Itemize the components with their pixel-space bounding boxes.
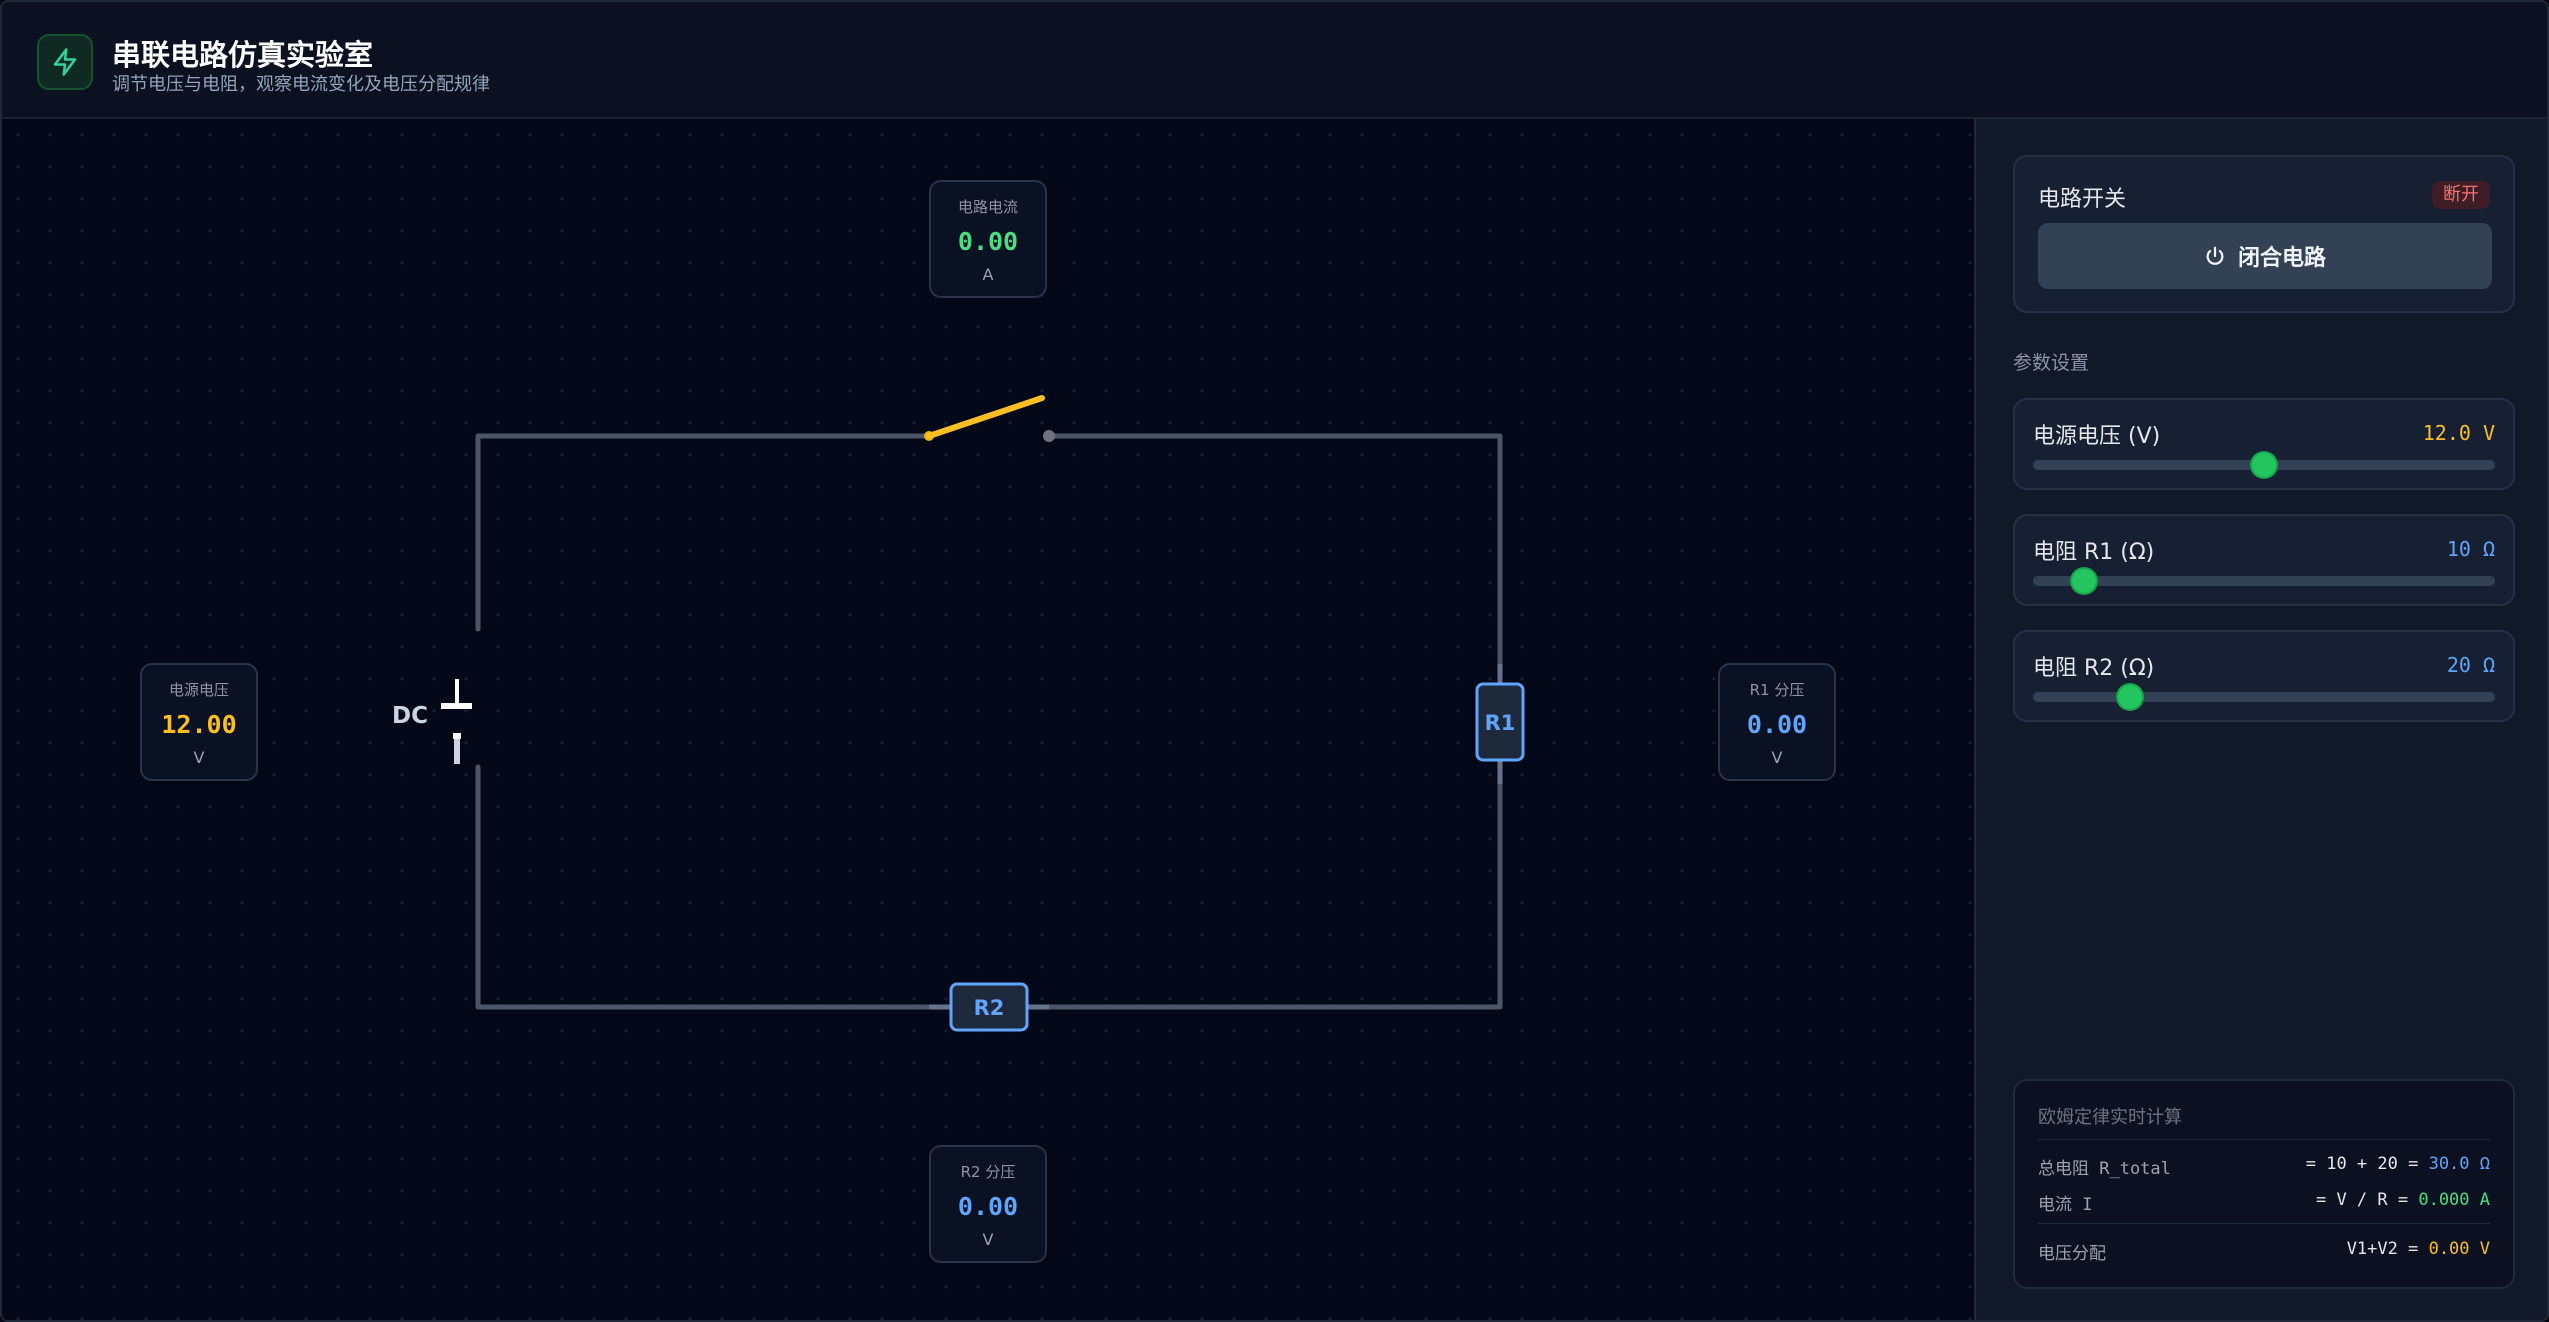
resistor-r1: R1 — [1475, 664, 1525, 784]
r2-param-label: 电阻 R2 (Ω) — [2033, 656, 2155, 681]
current-meter-value: 0.00 — [957, 227, 1019, 256]
voltage-slider[interactable] — [2033, 453, 2495, 477]
circuit-canvas: DC R1 R2 电路电流 0.00 A 电源电压 12.00 V R1 分压 … — [2, 119, 1974, 1320]
voltage-slider-thumb[interactable] — [2252, 453, 2276, 477]
control-sidebar: 电路开关 断开 闭合电路 参数设置 电源电压 (V) 12.0 V 电阻 R1 … — [1974, 119, 2547, 1320]
page-subtitle: 调节电压与电阻，观察电流变化及电压分配规律 — [112, 74, 490, 95]
calc-row-label: 电流 I — [2038, 1195, 2093, 1215]
r2-param-card: 电阻 R2 (Ω) 20 Ω — [2013, 630, 2515, 722]
calc-row-label: 电压分配 — [2038, 1244, 2106, 1264]
switch-contact — [1043, 430, 1055, 442]
r2-voltage-meter-unit: V — [982, 1230, 994, 1249]
switch[interactable] — [924, 395, 1055, 442]
calc-row-result: 0.000 A — [2418, 1190, 2490, 1210]
wire-bottom-left — [475, 764, 958, 1010]
r2-slider-thumb[interactable] — [2118, 685, 2143, 709]
lightning-bolt-icon — [37, 34, 93, 90]
source-voltage-meter: 电源电压 12.00 V — [140, 663, 258, 781]
calc-row-expr: V1+V2 = — [2346, 1239, 2429, 1259]
r2-param-value: 20 Ω — [2446, 653, 2495, 677]
header: 串联电路仿真实验室 调节电压与电阻，观察电流变化及电压分配规律 — [2, 2, 2547, 119]
calc-divider — [2038, 1223, 2490, 1224]
calc-row-result: 0.00 V — [2428, 1239, 2490, 1259]
calc-row-expr: = 10 + 20 = — [2305, 1154, 2429, 1174]
calc-divider — [2038, 1139, 2490, 1140]
calc-row-expr: = V / R = — [2315, 1190, 2419, 1210]
resistor-r1-label: R1 — [1485, 711, 1516, 735]
app-window: 串联电路仿真实验室 调节电压与电阻，观察电流变化及电压分配规律 DC R1 R2… — [0, 0, 2549, 1322]
ohms-law-calc-card: 欧姆定律实时计算 总电阻 R_total = 10 + 20 = 30.0 Ω … — [2013, 1079, 2515, 1289]
source-voltage-meter-unit: V — [193, 748, 205, 767]
circuit-diagram: DC R1 R2 — [392, 395, 1525, 1032]
r2-voltage-meter-label: R2 分压 — [960, 1163, 1016, 1181]
r1-param-label: 电阻 R1 (Ω) — [2033, 540, 2155, 565]
voltage-param-value: 12.0 V — [2422, 421, 2495, 445]
source-voltage-meter-value: 12.00 — [161, 710, 237, 739]
r1-slider[interactable] — [2033, 569, 2495, 593]
r1-voltage-meter: R1 分压 0.00 V — [1718, 663, 1836, 781]
resistor-r2-label: R2 — [974, 996, 1005, 1020]
switch-title: 电路开关 — [2038, 187, 2127, 212]
r1-voltage-meter-value: 0.00 — [1746, 710, 1808, 739]
r1-slider-thumb[interactable] — [2071, 569, 2096, 593]
wire-top-right — [1046, 433, 1503, 670]
calc-row-label: 总电阻 R_total — [2038, 1159, 2171, 1179]
battery: DC — [392, 679, 472, 764]
switch-card: 电路开关 断开 闭合电路 — [2013, 155, 2515, 313]
wire-right-lower — [1022, 778, 1503, 1010]
params-section-label: 参数设置 — [2013, 352, 2090, 374]
current-meter: 电路电流 0.00 A — [929, 180, 1047, 298]
status-badge: 断开 — [2432, 181, 2490, 209]
voltage-param-label: 电源电压 (V) — [2033, 424, 2161, 449]
r2-voltage-meter-value: 0.00 — [957, 1192, 1019, 1221]
r2-slider[interactable] — [2033, 685, 2495, 709]
current-meter-unit: A — [982, 265, 994, 284]
page-title: 串联电路仿真实验室 — [112, 38, 374, 72]
wire-top-left — [475, 433, 932, 632]
source-voltage-meter-label: 电源电压 — [168, 681, 229, 699]
voltage-param-card: 电源电压 (V) 12.0 V — [2013, 398, 2515, 490]
power-icon — [2204, 245, 2226, 267]
calc-row-result: 30.0 Ω — [2428, 1154, 2490, 1174]
battery-negative-cap — [453, 733, 461, 739]
close-circuit-button[interactable]: 闭合电路 — [2038, 223, 2492, 289]
r1-voltage-meter-unit: V — [1771, 748, 1783, 767]
r1-voltage-meter-label: R1 分压 — [1749, 681, 1805, 699]
r1-param-card: 电阻 R1 (Ω) 10 Ω — [2013, 514, 2515, 606]
resistor-r2: R2 — [929, 982, 1049, 1032]
r1-param-value: 10 Ω — [2446, 537, 2495, 561]
close-circuit-button-label: 闭合电路 — [2237, 246, 2326, 271]
switch-lever — [926, 395, 1045, 439]
battery-label: DC — [392, 703, 428, 729]
r2-voltage-meter: R2 分压 0.00 V — [929, 1145, 1047, 1263]
current-meter-label: 电路电流 — [957, 198, 1018, 216]
calc-title: 欧姆定律实时计算 — [2038, 1107, 2182, 1128]
